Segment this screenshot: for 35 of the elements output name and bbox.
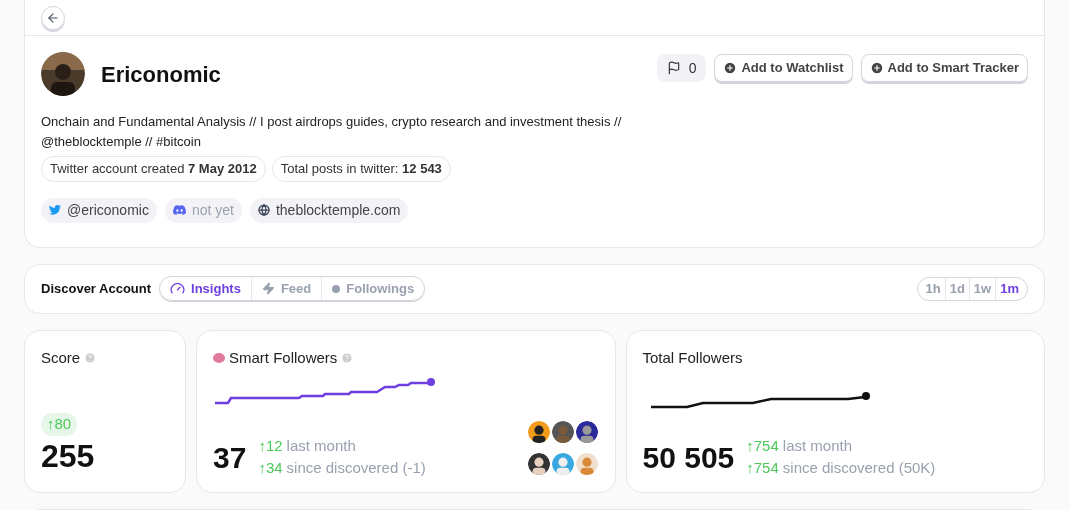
profile-bio: Onchain and Fundamental Analysis // I post airdrops guides, crypto research and investment thesis // @theblocktemple // #bitcoin xyxy=(41,113,623,151)
help-icon xyxy=(341,351,354,364)
help-icon xyxy=(84,351,97,364)
globe-icon xyxy=(257,204,270,216)
tab[interactable]: Insights xyxy=(160,277,251,300)
plus-icon xyxy=(869,61,884,75)
gauge-icon xyxy=(170,281,186,296)
bird-icon xyxy=(49,205,61,215)
period-tab[interactable]: 1m xyxy=(995,277,1023,300)
social-link[interactable]: @ericonomic xyxy=(41,197,157,223)
flag-button[interactable]: 0 xyxy=(656,54,707,82)
stat-label: last month xyxy=(286,436,356,456)
followers-count: 37 xyxy=(213,439,247,476)
change-value: ↑34 xyxy=(258,458,283,478)
social-link[interactable]: theblocktemple.com xyxy=(249,197,409,223)
card-title: Smart Followers xyxy=(229,347,338,368)
gamepad-icon xyxy=(172,205,186,215)
stat-label: since discovered (50K) xyxy=(782,458,936,478)
plus-icon xyxy=(723,61,738,75)
flag-icon xyxy=(666,61,681,75)
score-value: 255 xyxy=(41,436,96,476)
add-button[interactable]: Add to Watchlist xyxy=(714,54,853,82)
change-value: ↑754 xyxy=(746,458,779,478)
stat-label: since discovered (-1) xyxy=(286,458,426,478)
change-value: ↑80 xyxy=(41,413,78,436)
lightning-icon xyxy=(261,282,275,295)
card-title: Score xyxy=(41,347,81,368)
profile-name: Ericonomic xyxy=(101,60,221,89)
followers-count: 50 505 xyxy=(642,439,735,476)
change-value: ↑12 xyxy=(258,436,283,456)
section-title: Discover Account xyxy=(41,279,152,298)
stat-label: last month xyxy=(782,436,852,456)
card-title: Total Followers xyxy=(642,347,744,368)
change-value: ↑754 xyxy=(746,436,779,456)
add-button[interactable]: Add to Smart Tracker xyxy=(860,54,1028,82)
